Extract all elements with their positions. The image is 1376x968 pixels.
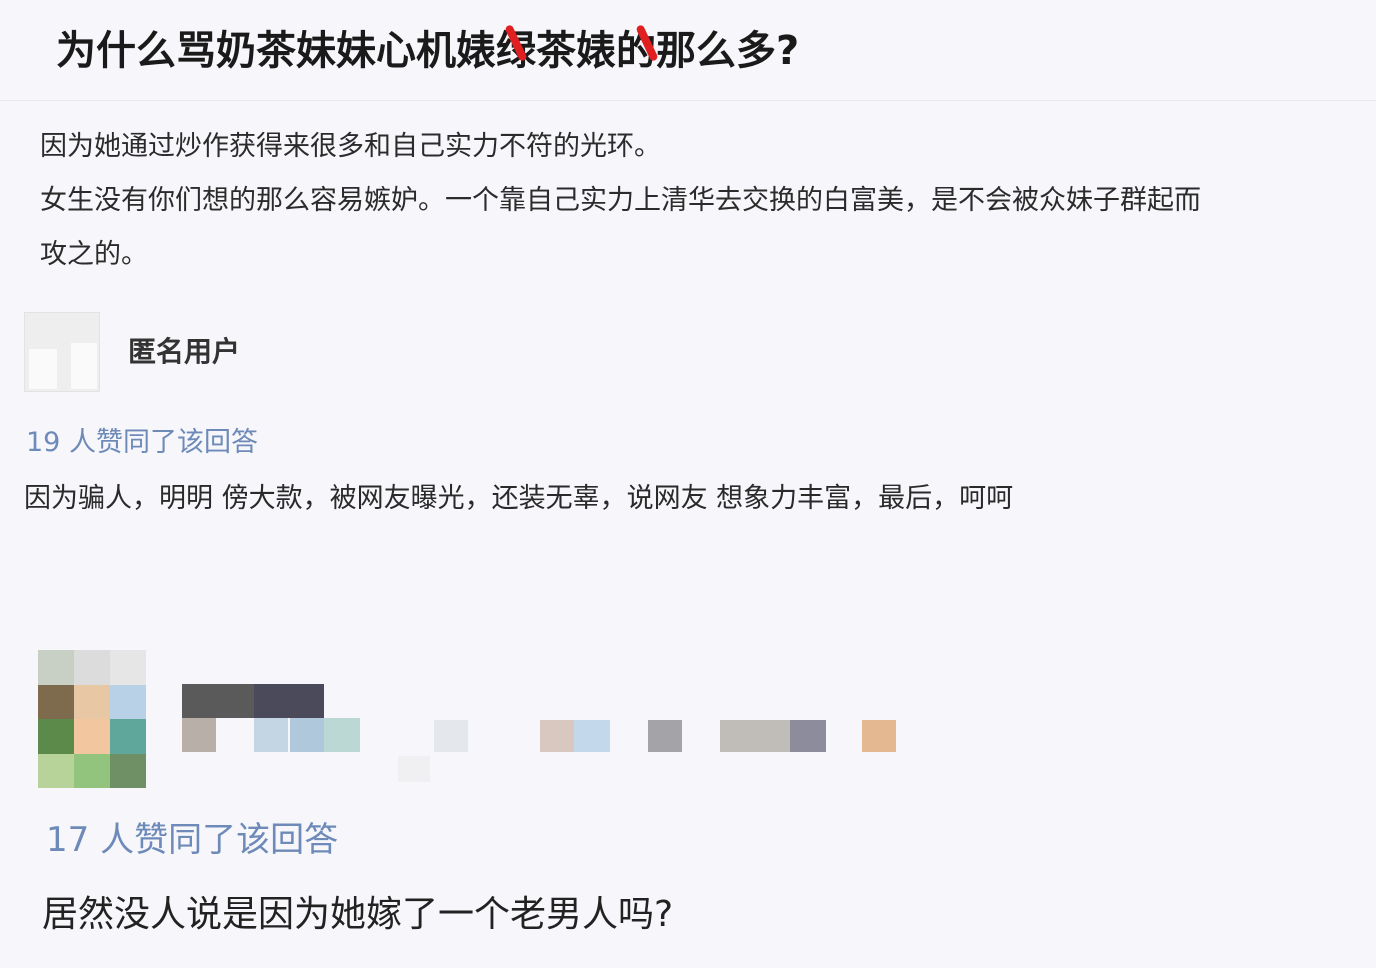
answer-text: 因为骗人，明明 傍大款，被网友曝光，还装无辜，说网友 想象力丰富，最后，呵呵 <box>24 483 1014 514</box>
answer-top-line1: 因为她通过炒作获得来很多和自己实力不符的光环。 <box>40 131 661 162</box>
mosaic-pixel <box>110 684 146 719</box>
mosaic-pixel <box>110 753 146 788</box>
mosaic-pixel <box>862 720 896 752</box>
mosaic-pixel <box>434 720 468 752</box>
mosaic-pixel <box>254 718 288 752</box>
mosaic-pixel <box>110 650 146 685</box>
mosaic-pixel <box>324 718 360 752</box>
mosaic-pixel <box>38 650 74 685</box>
mosaic-pixel <box>648 720 682 752</box>
mosaic-pixel <box>110 719 146 754</box>
answer-text: 居然没人说是因为她嫁了一个老男人吗? <box>42 894 674 935</box>
mosaic-pixel <box>790 720 826 752</box>
mosaic-pixel <box>38 753 74 788</box>
mosaic-pixel <box>74 650 110 685</box>
upvote-count: 17 人赞同了该回答 <box>46 820 339 860</box>
mosaic-pixel <box>182 718 216 752</box>
mosaic-pixel <box>254 684 324 718</box>
mosaic-pixel <box>398 756 430 782</box>
mosaic-pixel <box>74 684 110 719</box>
mosaic-pixel <box>574 720 610 752</box>
mosaic-pixel <box>720 720 790 752</box>
username[interactable]: 匿名用户 <box>128 330 240 370</box>
avatar-placeholder-shape <box>71 343 97 389</box>
mosaic-pixel <box>38 684 74 719</box>
mosaic-pixel <box>74 753 110 788</box>
question-title-text: 为什么骂奶茶妹妹心机婊绿茶婊的那么多? <box>56 28 800 74</box>
upvote-count: 19 人赞同了该回答 <box>26 427 258 458</box>
answer-top-line2: 女生没有你们想的那么容易嫉妒。一个靠自己实力上清华去交换的白富美，是不会被众妹子… <box>40 185 1201 216</box>
avatar[interactable] <box>24 312 100 392</box>
mosaic-pixel <box>74 719 110 754</box>
mosaic-pixel <box>290 718 324 752</box>
avatar-placeholder-shape <box>29 349 57 389</box>
mosaic-pixel <box>38 719 74 754</box>
mosaic-pixel <box>540 720 574 752</box>
divider <box>0 100 1376 101</box>
question-title[interactable]: 为什么骂奶茶妹妹心机婊绿茶婊的那么多? <box>56 18 799 76</box>
mosaic-pixel <box>182 684 254 718</box>
avatar-pixelated[interactable] <box>38 650 146 788</box>
answer-top-line3: 攻之的。 <box>40 239 148 270</box>
